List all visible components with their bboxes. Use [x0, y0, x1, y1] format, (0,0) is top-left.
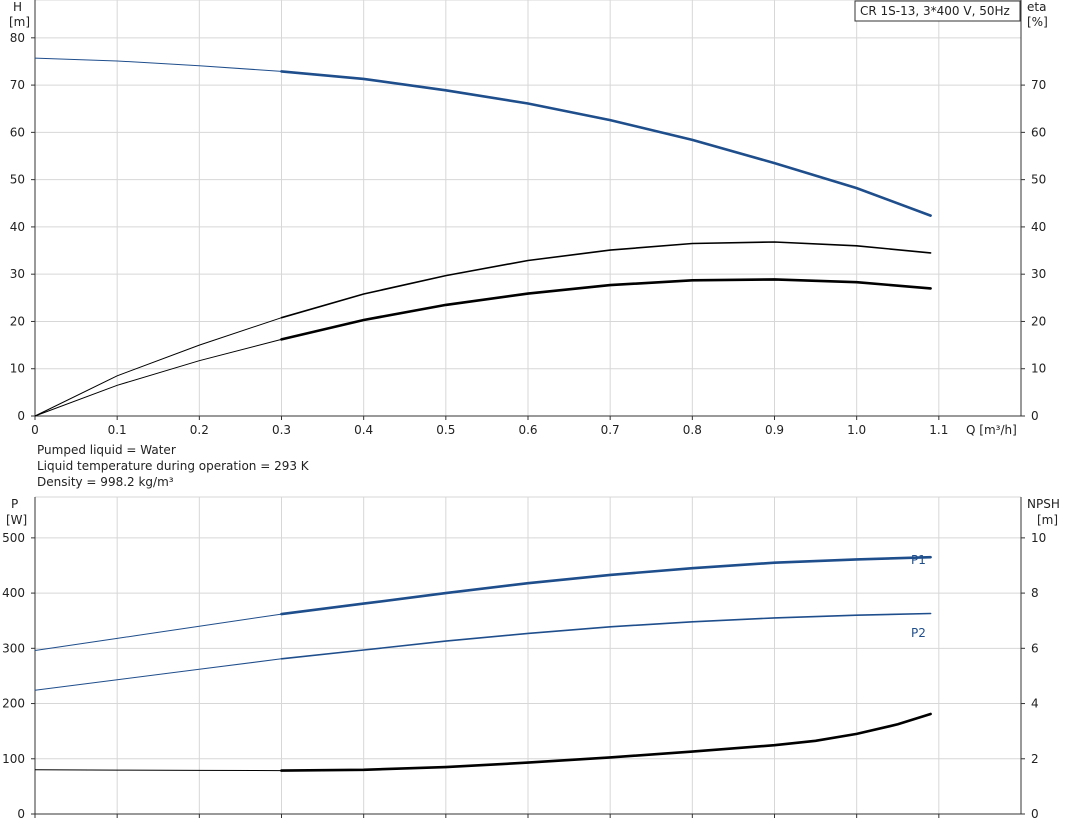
top-right-axis-label-line1: eta: [1027, 0, 1046, 14]
x-tick-label: 1.0: [847, 423, 866, 437]
bottom-right-tick-label: 6: [1031, 641, 1039, 655]
top-left-tick-label: 50: [10, 173, 25, 187]
bottom-right-tick-label: 4: [1031, 697, 1039, 711]
x-tick-label: 0.5: [436, 423, 455, 437]
top-right-tick-label: 40: [1031, 220, 1046, 234]
model-label: CR 1S-13, 3*400 V, 50Hz: [860, 4, 1010, 18]
bottom-series: [34, 555, 932, 772]
top-right-tick-label: 10: [1031, 362, 1046, 376]
x-tick-label: 0: [31, 423, 39, 437]
x-tick-label: 1.1: [929, 423, 948, 437]
top-left-tick-label: 10: [10, 362, 25, 376]
head-efficiency-panel: 0 10 20 30 40 50 60 70 80 0 10 20 30 40 50 60 70 0 0.1 0.2 0…: [9, 0, 1048, 437]
bottom-right-tick-label: 2: [1031, 752, 1039, 766]
top-right-tick-label: 30: [1031, 267, 1046, 281]
x-tick-label: 0.7: [601, 423, 620, 437]
bottom-ticks: 0 100 200 300 400 500 0 2 4 6 8 10: [2, 531, 1046, 821]
x-axis-label: Q [m³/h]: [966, 423, 1017, 437]
bottom-left-axis-label-line2: [W]: [6, 513, 27, 527]
bottom-left-tick-label: 300: [2, 641, 25, 655]
top-grid: [35, 0, 1021, 416]
x-tick-label: 0.2: [190, 423, 209, 437]
curve-eta_thin: [280, 241, 932, 319]
bottom-right-axis-label-line2: [m]: [1037, 513, 1058, 527]
top-left-tick-label: 30: [10, 267, 25, 281]
bottom-right-tick-label: 8: [1031, 586, 1039, 600]
curve-head-extrapolated: [34, 57, 282, 72]
curve-eta_thick-extrapolated: [34, 338, 282, 417]
bottom-right-tick-label: 10: [1031, 531, 1046, 545]
x-tick-label: 0.9: [765, 423, 784, 437]
x-tick-label: 0.1: [108, 423, 127, 437]
info-liquid-temperature: Liquid temperature during operation = 29…: [37, 459, 310, 473]
top-left-tick-label: 20: [10, 314, 25, 328]
curve-p2: [280, 612, 932, 660]
bottom-right-axis-label-line1: NPSH: [1027, 497, 1060, 511]
bottom-left-tick-label: 500: [2, 531, 25, 545]
x-tick-label: 0.4: [354, 423, 373, 437]
curve-npsh: [280, 712, 932, 772]
info-density: Density = 998.2 kg/m³: [37, 475, 174, 489]
curve-eta_thin-extrapolated: [34, 317, 282, 417]
curve-p1: [280, 555, 932, 616]
top-right-tick-label: 70: [1031, 78, 1046, 92]
top-right-tick-label: 20: [1031, 314, 1046, 328]
bottom-left-axis-label-line1: P: [11, 497, 18, 511]
curve-head: [280, 70, 932, 217]
bottom-left-tick-label: 200: [2, 697, 25, 711]
top-series: [34, 57, 932, 417]
x-tick-label: 0.6: [518, 423, 537, 437]
curve-p2-extrapolated: [34, 658, 282, 691]
power-npsh-panel: 0 100 200 300 400 500 0 2 4 6 8 10 P [W] NPSH [m] P…: [2, 496, 1060, 821]
top-left-tick-label: 70: [10, 78, 25, 92]
series-label-p1: P1: [911, 553, 926, 567]
curve-p1-extrapolated: [34, 613, 282, 651]
curve-eta_thick: [280, 278, 932, 341]
bottom-left-tick-label: 400: [2, 586, 25, 600]
bottom-right-tick-label: 0: [1031, 807, 1039, 821]
liquid-info: Pumped liquid = Water Liquid temperature…: [37, 443, 310, 489]
top-right-tick-label: 50: [1031, 173, 1046, 187]
bottom-grid: [35, 496, 1021, 814]
top-left-axis-label-line1: H: [13, 0, 22, 14]
x-tick-label: 0.8: [683, 423, 702, 437]
top-left-tick-label: 60: [10, 125, 25, 139]
top-right-tick-label: 60: [1031, 125, 1046, 139]
pump-performance-chart: 010203040506070800102030405060700 0.1 0.2 0…: [2, 0, 1060, 821]
top-right-axis-label-line2: [%]: [1027, 15, 1048, 29]
bottom-left-tick-label: 0: [17, 807, 25, 821]
top-left-axis-label-line2: [m]: [9, 15, 30, 29]
series-label-p2: P2: [911, 626, 926, 640]
curve-npsh-extrapolated: [34, 769, 282, 772]
top-left-tick-label: 0: [17, 409, 25, 423]
top-left-tick-label: 40: [10, 220, 25, 234]
bottom-left-tick-label: 100: [2, 752, 25, 766]
top-right-tick-label: 0: [1031, 409, 1039, 423]
info-pumped-liquid: Pumped liquid = Water: [37, 443, 176, 457]
top-left-tick-label: 80: [10, 31, 25, 45]
x-tick-label: 0.3: [272, 423, 291, 437]
